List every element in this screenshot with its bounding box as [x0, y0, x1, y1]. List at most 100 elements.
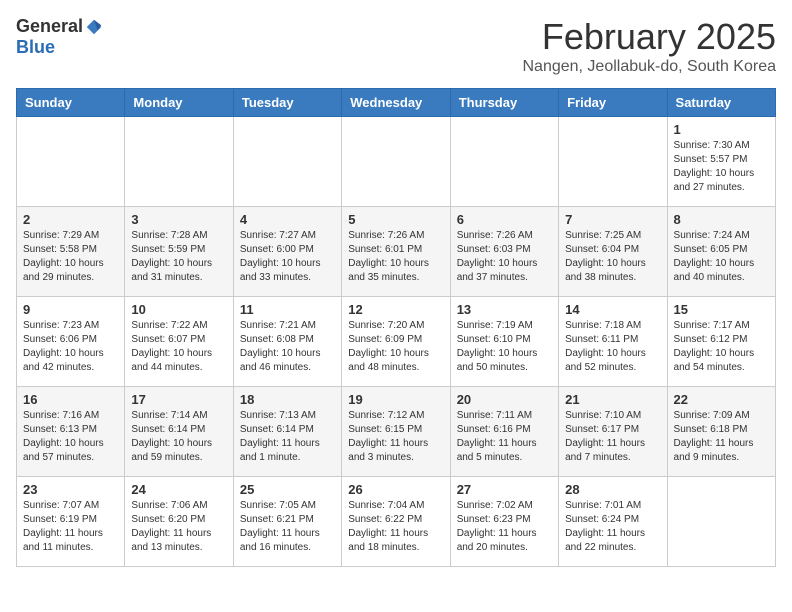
day-header-saturday: Saturday	[667, 89, 775, 117]
calendar-cell: 22Sunrise: 7:09 AM Sunset: 6:18 PM Dayli…	[667, 387, 775, 477]
calendar-cell: 1 Sunrise: 7:30 AM Sunset: 5:57 PM Daylig…	[667, 117, 775, 207]
calendar-cell: 21Sunrise: 7:10 AM Sunset: 6:17 PM Dayli…	[559, 387, 667, 477]
day-number: 19	[348, 392, 443, 407]
day-number: 13	[457, 302, 552, 317]
calendar-cell: 23 Sunrise: 7:07 AM Sunset: 6:19 PM Dayli…	[17, 477, 125, 567]
calendar-cell	[667, 477, 775, 567]
calendar-cell: 14 Sunrise: 7:18 AM Sunset: 6:11 PM Dayli…	[559, 297, 667, 387]
day-number: 21	[565, 392, 660, 407]
calendar-header-row: SundayMondayTuesdayWednesdayThursdayFrid…	[17, 89, 776, 117]
calendar-cell: 18 Sunrise: 7:13 AM Sunset: 6:14 PM Dayli…	[233, 387, 341, 477]
day-info: Sunrise: 7:19 AM Sunset: 6:10 PM Dayligh…	[457, 319, 552, 375]
calendar-cell: 8 Sunrise: 7:24 AM Sunset: 6:05 PM Daylig…	[667, 207, 775, 297]
day-number: 12	[348, 302, 443, 317]
day-info: Sunrise: 7:27 AM Sunset: 6:00 PM Dayligh…	[240, 229, 335, 285]
title-block: February 2025 Nangen, Jeollabuk-do, Sout…	[522, 16, 776, 76]
calendar-cell: 28 Sunrise: 7:01 AM Sunset: 6:24 PM Dayli…	[559, 477, 667, 567]
calendar-cell: 24 Sunrise: 7:06 AM Sunset: 6:20 PM Dayli…	[125, 477, 233, 567]
day-info: Sunrise: 7:22 AM Sunset: 6:07 PM Dayligh…	[131, 319, 226, 375]
calendar-week-row: 9Sunrise: 7:23 AM Sunset: 6:06 PM Daylig…	[17, 297, 776, 387]
day-info: Sunrise: 7:11 AM Sunset: 6:16 PM Dayligh…	[457, 409, 552, 465]
day-number: 14	[565, 302, 660, 317]
day-info: Sunrise: 7:26 AM Sunset: 6:03 PM Dayligh…	[457, 229, 552, 285]
calendar-cell: 16Sunrise: 7:16 AM Sunset: 6:13 PM Dayli…	[17, 387, 125, 477]
day-number: 1	[674, 122, 769, 137]
calendar-cell: 4Sunrise: 7:27 AM Sunset: 6:00 PM Daylig…	[233, 207, 341, 297]
calendar-cell: 20 Sunrise: 7:11 AM Sunset: 6:16 PM Dayli…	[450, 387, 558, 477]
day-info: Sunrise: 7:04 AM Sunset: 6:22 PM Dayligh…	[348, 499, 443, 555]
logo-icon	[85, 18, 103, 36]
calendar-cell: 3 Sunrise: 7:28 AM Sunset: 5:59 PM Daylig…	[125, 207, 233, 297]
calendar-week-row: 16Sunrise: 7:16 AM Sunset: 6:13 PM Dayli…	[17, 387, 776, 477]
calendar-cell: 2 Sunrise: 7:29 AM Sunset: 5:58 PM Daylig…	[17, 207, 125, 297]
page-header: General Blue February 2025 Nangen, Jeoll…	[16, 16, 776, 76]
day-number: 5	[348, 212, 443, 227]
calendar-cell: 7 Sunrise: 7:25 AM Sunset: 6:04 PM Daylig…	[559, 207, 667, 297]
calendar-cell: 15 Sunrise: 7:17 AM Sunset: 6:12 PM Dayli…	[667, 297, 775, 387]
day-header-thursday: Thursday	[450, 89, 558, 117]
day-info: Sunrise: 7:01 AM Sunset: 6:24 PM Dayligh…	[565, 499, 660, 555]
day-number: 3	[131, 212, 226, 227]
day-number: 7	[565, 212, 660, 227]
calendar-table: SundayMondayTuesdayWednesdayThursdayFrid…	[16, 88, 776, 567]
calendar-cell	[450, 117, 558, 207]
day-number: 23	[23, 482, 118, 497]
day-info: Sunrise: 7:29 AM Sunset: 5:58 PM Dayligh…	[23, 229, 118, 285]
day-number: 26	[348, 482, 443, 497]
day-info: Sunrise: 7:09 AM Sunset: 6:18 PM Dayligh…	[674, 409, 769, 465]
calendar-cell: 17Sunrise: 7:14 AM Sunset: 6:14 PM Dayli…	[125, 387, 233, 477]
day-info: Sunrise: 7:30 AM Sunset: 5:57 PM Dayligh…	[674, 139, 769, 195]
day-number: 2	[23, 212, 118, 227]
day-header-sunday: Sunday	[17, 89, 125, 117]
calendar-cell: 11 Sunrise: 7:21 AM Sunset: 6:08 PM Dayli…	[233, 297, 341, 387]
day-number: 11	[240, 302, 335, 317]
day-number: 15	[674, 302, 769, 317]
day-number: 18	[240, 392, 335, 407]
calendar-cell	[125, 117, 233, 207]
day-info: Sunrise: 7:07 AM Sunset: 6:19 PM Dayligh…	[23, 499, 118, 555]
day-header-tuesday: Tuesday	[233, 89, 341, 117]
calendar-week-row: 23 Sunrise: 7:07 AM Sunset: 6:19 PM Dayli…	[17, 477, 776, 567]
day-number: 20	[457, 392, 552, 407]
calendar-cell: 10 Sunrise: 7:22 AM Sunset: 6:07 PM Dayli…	[125, 297, 233, 387]
location-subtitle: Nangen, Jeollabuk-do, South Korea	[522, 58, 776, 76]
logo-general-text: General	[16, 16, 83, 37]
day-header-friday: Friday	[559, 89, 667, 117]
day-info: Sunrise: 7:13 AM Sunset: 6:14 PM Dayligh…	[240, 409, 335, 465]
day-header-wednesday: Wednesday	[342, 89, 450, 117]
month-year-title: February 2025	[522, 16, 776, 58]
calendar-cell: 12 Sunrise: 7:20 AM Sunset: 6:09 PM Dayli…	[342, 297, 450, 387]
calendar-cell: 13 Sunrise: 7:19 AM Sunset: 6:10 PM Dayli…	[450, 297, 558, 387]
calendar-cell: 26 Sunrise: 7:04 AM Sunset: 6:22 PM Dayli…	[342, 477, 450, 567]
day-info: Sunrise: 7:21 AM Sunset: 6:08 PM Dayligh…	[240, 319, 335, 375]
day-number: 8	[674, 212, 769, 227]
day-info: Sunrise: 7:12 AM Sunset: 6:15 PM Dayligh…	[348, 409, 443, 465]
calendar-cell: 9Sunrise: 7:23 AM Sunset: 6:06 PM Daylig…	[17, 297, 125, 387]
calendar-cell: 27 Sunrise: 7:02 AM Sunset: 6:23 PM Dayli…	[450, 477, 558, 567]
calendar-cell: 19 Sunrise: 7:12 AM Sunset: 6:15 PM Dayli…	[342, 387, 450, 477]
day-number: 9	[23, 302, 118, 317]
day-info: Sunrise: 7:06 AM Sunset: 6:20 PM Dayligh…	[131, 499, 226, 555]
day-number: 24	[131, 482, 226, 497]
calendar-cell: 25Sunrise: 7:05 AM Sunset: 6:21 PM Dayli…	[233, 477, 341, 567]
day-number: 27	[457, 482, 552, 497]
calendar-week-row: 1 Sunrise: 7:30 AM Sunset: 5:57 PM Daylig…	[17, 117, 776, 207]
day-info: Sunrise: 7:02 AM Sunset: 6:23 PM Dayligh…	[457, 499, 552, 555]
day-info: Sunrise: 7:16 AM Sunset: 6:13 PM Dayligh…	[23, 409, 118, 465]
day-info: Sunrise: 7:17 AM Sunset: 6:12 PM Dayligh…	[674, 319, 769, 375]
calendar-cell	[342, 117, 450, 207]
day-info: Sunrise: 7:18 AM Sunset: 6:11 PM Dayligh…	[565, 319, 660, 375]
logo-blue-text: Blue	[16, 37, 55, 58]
calendar-cell: 6Sunrise: 7:26 AM Sunset: 6:03 PM Daylig…	[450, 207, 558, 297]
day-info: Sunrise: 7:25 AM Sunset: 6:04 PM Dayligh…	[565, 229, 660, 285]
logo: General Blue	[16, 16, 103, 58]
day-number: 10	[131, 302, 226, 317]
calendar-week-row: 2 Sunrise: 7:29 AM Sunset: 5:58 PM Daylig…	[17, 207, 776, 297]
day-info: Sunrise: 7:20 AM Sunset: 6:09 PM Dayligh…	[348, 319, 443, 375]
day-info: Sunrise: 7:28 AM Sunset: 5:59 PM Dayligh…	[131, 229, 226, 285]
day-info: Sunrise: 7:26 AM Sunset: 6:01 PM Dayligh…	[348, 229, 443, 285]
calendar-cell	[559, 117, 667, 207]
day-number: 28	[565, 482, 660, 497]
day-info: Sunrise: 7:24 AM Sunset: 6:05 PM Dayligh…	[674, 229, 769, 285]
calendar-cell: 5 Sunrise: 7:26 AM Sunset: 6:01 PM Daylig…	[342, 207, 450, 297]
